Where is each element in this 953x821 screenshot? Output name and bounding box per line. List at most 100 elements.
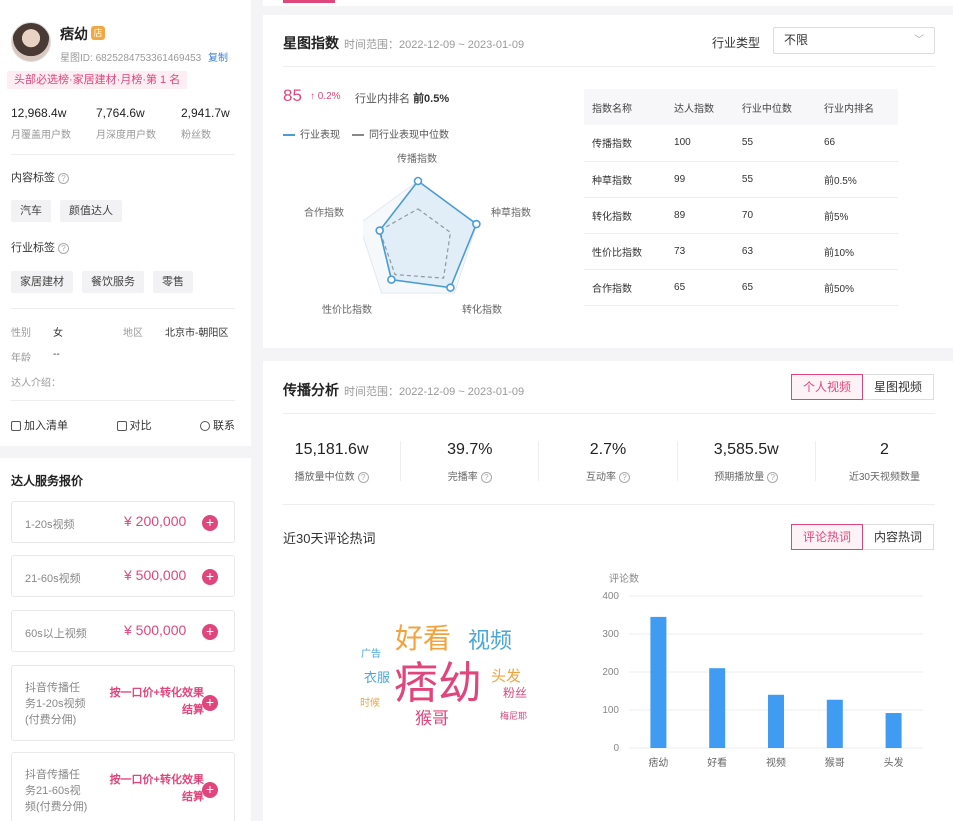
spread-title: 传播分析 — [283, 382, 339, 398]
table-row: 转化指数 89 70 前5% — [584, 197, 898, 234]
content-tag[interactable]: 颜值达人 — [60, 200, 122, 222]
industry-tag[interactable]: 零售 — [153, 271, 193, 293]
help-icon[interactable]: ? — [767, 471, 779, 483]
price-item[interactable]: 抖音传播任 务1-20s视频 (付费分佣) 按一口价+转化效果 结算 + — [11, 665, 235, 741]
time-range: 时间范围：2022-12-09 ~ 2023-01-09 — [344, 386, 525, 398]
profile-card: 痞幼 店 星图ID: 6825284753361469453 复制 头部必选榜·… — [0, 0, 251, 446]
rank-badge[interactable]: 头部必选榜·家居建材·月榜·第 1 名 — [7, 71, 188, 89]
contact-button[interactable]: 联系 — [200, 417, 235, 433]
star-id: 星图ID: 6825284753361469453 复制 — [60, 53, 229, 64]
tab-content-hotwords[interactable]: 内容热词 — [863, 524, 935, 550]
score-change: ↑ 0.2% — [310, 91, 341, 102]
add-icon[interactable]: + — [202, 624, 218, 640]
help-icon[interactable]: ? — [357, 471, 369, 483]
comment-bar-chart: 0 100 200 300 400 痞幼 好看 视频 猴哥 头发 — [602, 591, 923, 769]
word-cloud-word: 梅尼耶 — [500, 711, 528, 721]
copy-id-link[interactable]: 复制 — [208, 53, 228, 64]
radar-point[interactable] — [413, 176, 423, 186]
shop-icon: 店 — [91, 26, 105, 40]
list-icon — [11, 421, 21, 432]
radar-label: 传播指数 — [397, 154, 437, 165]
word-cloud-word: 痞幼 — [394, 659, 482, 708]
add-icon[interactable]: + — [202, 695, 218, 711]
tab-star-video[interactable]: 星图视频 — [863, 374, 935, 400]
bar[interactable] — [650, 616, 667, 748]
legend-industry: 行业表现 — [283, 126, 340, 141]
bar[interactable] — [885, 713, 902, 748]
x-tick-label: 好看 — [707, 756, 727, 769]
x-tick-label: 头发 — [884, 756, 904, 769]
industry-tags-title: 行业标签? — [11, 239, 69, 255]
legend-median: 同行业表现中位数 — [352, 126, 449, 141]
content-tag[interactable]: 汽车 — [11, 200, 51, 222]
top-tab-strip — [263, 0, 953, 6]
price-item[interactable]: 抖音传播任 务21-60s视 频(付费分佣) 按一口价+转化效果 结算 + — [11, 752, 235, 821]
bar[interactable] — [768, 694, 784, 748]
tab-personal-video[interactable]: 个人视频 — [791, 374, 864, 400]
comment-hotwords-title: 近30天评论热词 — [283, 531, 376, 546]
profile-stats: 12,968.4w 月覆盖用户数 7,764.6w 月深度用户数 2,941.7w 粉… — [11, 106, 241, 141]
add-icon[interactable]: + — [202, 515, 218, 531]
radar-label: 性价比指数 — [322, 305, 372, 316]
chevron-down-icon: ﹀ — [914, 35, 924, 46]
word-cloud-word: 衣服 — [364, 670, 391, 685]
help-icon[interactable]: ? — [619, 471, 630, 483]
compare-button[interactable]: 对比 — [116, 417, 152, 433]
region-label: 地区 — [123, 328, 143, 339]
radar-point[interactable] — [387, 275, 396, 284]
stat-followers: 2,941.7w 粉丝数 — [181, 106, 230, 141]
table-row: 传播指数 100 55 66 — [584, 125, 898, 162]
spread-metrics: 15,181.6w 播放量中位数? 39.7% 完播率? 2.7% 互动率? 3,58… — [263, 441, 953, 483]
pricing-card: 达人服务报价 1-20s视频 ¥ 200,000 + 21-60s视频 ¥ 50… — [0, 458, 251, 821]
stat-monthly-reach: 12,968.4w 月覆盖用户数 — [11, 106, 71, 141]
content-tags-title: 内容标签? — [11, 169, 69, 185]
tab-comment-hotwords[interactable]: 评论热词 — [791, 524, 864, 550]
contact-icon — [200, 421, 210, 432]
industry-tag[interactable]: 餐饮服务 — [82, 271, 144, 293]
metric-play-median: 15,181.6w 播放量中位数? — [263, 441, 402, 483]
bar[interactable] — [709, 668, 726, 748]
add-icon[interactable]: + — [202, 782, 218, 798]
metric-video-count: 2 近30天视频数量 — [848, 441, 920, 483]
table-row: 性价比指数 73 63 前10% — [584, 233, 898, 270]
radar-point[interactable] — [375, 226, 384, 235]
star-score: 85 — [283, 86, 302, 105]
industry-tag[interactable]: 家居建材 — [11, 271, 73, 293]
bar[interactable] — [826, 699, 843, 748]
y-tick-label: 300 — [602, 629, 619, 640]
age-label: 年龄 — [11, 353, 31, 364]
x-tick-label: 痞幼 — [648, 756, 668, 769]
help-icon[interactable]: ? — [58, 242, 69, 254]
divider — [283, 66, 935, 67]
radar-label: 种草指数 — [491, 208, 531, 219]
word-cloud-word: 广告 — [361, 649, 381, 660]
price-item[interactable]: 21-60s视频 ¥ 500,000 + — [11, 555, 235, 597]
industry-type-select[interactable]: 不限 ﹀ — [773, 27, 935, 54]
radar-point[interactable] — [472, 219, 481, 229]
region-value: 北京市-朝阳区 — [165, 328, 229, 339]
intro-label: 达人介绍： — [11, 378, 61, 389]
word-cloud-word: 头发 — [491, 668, 522, 685]
time-range: 时间范围：2022-12-09 ~ 2023-01-09 — [344, 39, 525, 51]
help-icon[interactable]: ? — [480, 471, 492, 483]
divider — [11, 400, 235, 401]
metric-interaction: 2.7% 互动率? — [539, 441, 678, 483]
help-icon[interactable]: ? — [58, 172, 69, 184]
add-icon[interactable]: + — [202, 569, 218, 585]
price-item[interactable]: 1-20s视频 ¥ 200,000 + — [11, 501, 235, 543]
star-index-title: 星图指数 — [283, 35, 339, 51]
add-to-list-button[interactable]: 加入清单 — [11, 417, 68, 433]
price-item[interactable]: 60s以上视频 ¥ 500,000 + — [11, 610, 235, 652]
age-value: -- — [53, 349, 60, 360]
y-tick-label: 0 — [613, 743, 619, 754]
radar-legend: 行业表现 同行业表现中位数 — [283, 126, 449, 141]
word-cloud-word: 粉丝 — [503, 686, 528, 700]
industry-type-label: 行业类型 — [712, 36, 761, 50]
x-tick-label: 猴哥 — [825, 756, 845, 769]
avatar[interactable] — [11, 22, 51, 62]
word-cloud-word: 时候 — [360, 698, 380, 709]
metric-completion: 39.7% 完播率? — [401, 441, 540, 483]
index-table: 指数名称 达人指数 行业中位数 行业内排名 传播指数 100 55 66 种草指数 99… — [584, 89, 898, 306]
radar-point[interactable] — [446, 283, 455, 292]
x-tick-label: 视频 — [766, 756, 786, 769]
